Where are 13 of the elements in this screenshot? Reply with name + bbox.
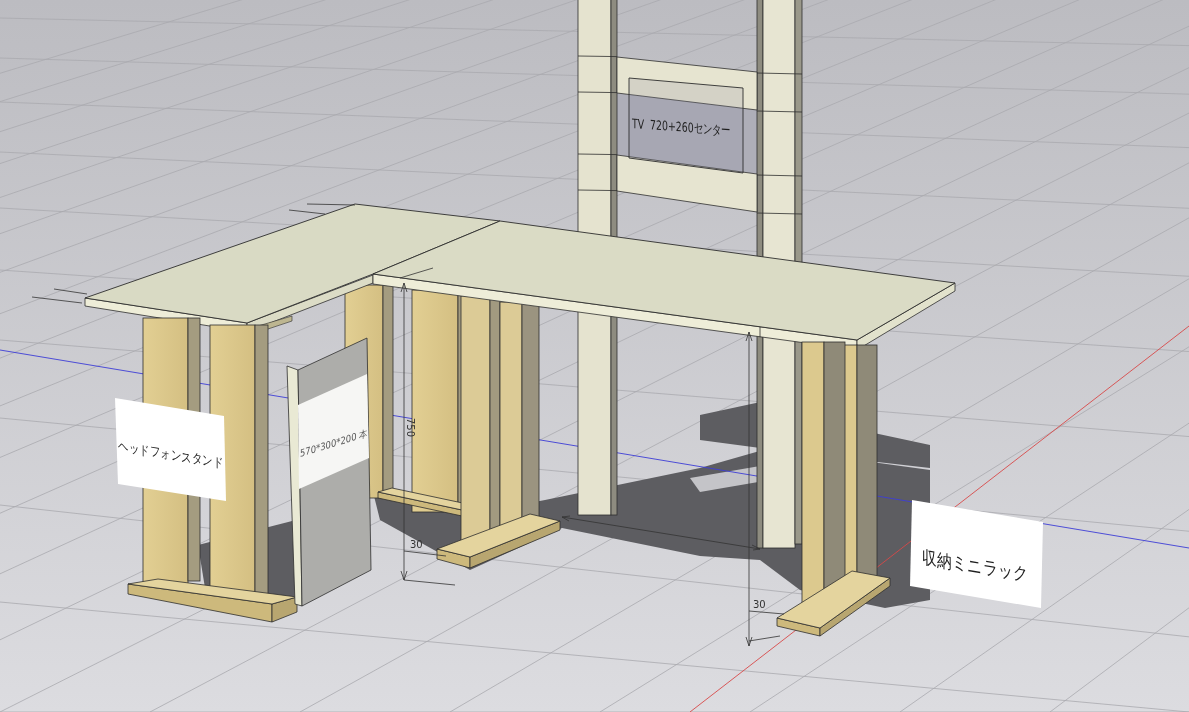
placeholder-label: TV 720+260センター xyxy=(632,115,730,139)
extension-line xyxy=(306,203,356,206)
dimension-label: 30 xyxy=(753,599,766,610)
extension-line xyxy=(403,550,447,557)
dimension-label: 30 xyxy=(410,539,423,550)
sign-label: 収納ミニラック xyxy=(922,546,1029,586)
extension-line xyxy=(748,635,781,642)
extension-line xyxy=(399,267,434,279)
extension-line xyxy=(403,579,456,586)
extension-line xyxy=(288,209,326,215)
extension-line xyxy=(748,610,785,615)
sign-label: ヘッドフォンスタンド xyxy=(118,437,224,471)
dimension-label: 750 xyxy=(405,418,416,438)
